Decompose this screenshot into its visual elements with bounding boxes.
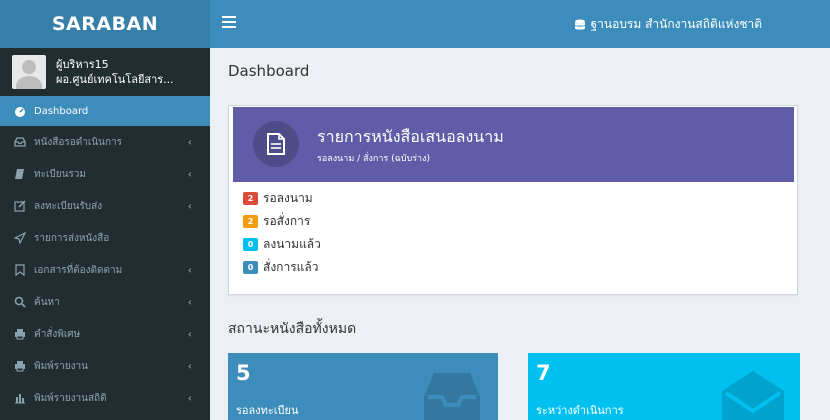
inbox-icon — [424, 373, 480, 420]
book-icon — [14, 168, 26, 180]
stat-label: ระหว่างดำเนินการ — [536, 404, 624, 417]
chevron-left-icon: ‹ — [187, 327, 192, 341]
avatar — [12, 55, 46, 89]
sidebar-item-print-statistics[interactable]: พิมพ์รายงานสถิติ ‹ — [0, 382, 210, 414]
bar-chart-icon — [14, 392, 26, 404]
stat-value: 7 — [536, 361, 551, 385]
dashboard-icon — [14, 105, 26, 117]
main-content: Dashboard รายการหนังสือเสนอลงนาม รอลงนาม… — [210, 48, 830, 420]
chevron-left-icon: ‹ — [187, 263, 192, 277]
chevron-left-icon: ‹ — [187, 391, 192, 405]
sign-request-subtitle: รอลงนาม / สั่งการ (ฉบับร่าง) — [317, 154, 430, 164]
status-item-awaiting-order[interactable]: 2 รอสั่งการ — [243, 210, 321, 233]
chevron-left-icon: ‹ — [187, 295, 192, 309]
stat-value: 5 — [236, 361, 251, 385]
search-icon — [14, 296, 26, 308]
sign-request-box: รายการหนังสือเสนอลงนาม รอลงนาม / สั่งการ… — [228, 105, 798, 295]
status-item-signed[interactable]: 0 ลงนามแล้ว — [243, 233, 321, 256]
sign-request-title: รายการหนังสือเสนอลงนาม — [317, 127, 504, 146]
sign-status-list: 2 รอลงนาม 2 รอสั่งการ 0 ลงนามแล้ว 0 สั่ง… — [243, 187, 321, 279]
organization-name: ฐานอบรม สำนักงานสถิติแห่งชาติ — [590, 17, 762, 31]
count-badge: 2 — [243, 192, 258, 205]
sidebar-item-pending[interactable]: หนังสือรอดำเนินการ ‹ — [0, 126, 210, 158]
status-label: รอสั่งการ — [263, 214, 311, 228]
chevron-left-icon: ‹ — [187, 359, 192, 373]
sidebar-item-print-report[interactable]: พิมพ์รายงาน ‹ — [0, 350, 210, 382]
status-label: ลงนามแล้ว — [263, 237, 321, 251]
user-name: ผู้บริหาร15 — [56, 58, 109, 71]
sidebar-item-follow-up[interactable]: เอกสารที่ต้องติดตาม ‹ — [0, 254, 210, 286]
sidebar-item-dashboard[interactable]: Dashboard — [0, 96, 210, 126]
app-logo[interactable]: SARABAN — [0, 0, 210, 48]
chevron-left-icon: ‹ — [187, 199, 192, 213]
sidebar: SARABAN ผู้บริหาร15 ผอ.ศูนย์เทคโนโลยีสาร… — [0, 0, 210, 420]
organization-selector[interactable]: ฐานอบรม สำนักงานสถิติแห่งชาติ — [574, 15, 762, 34]
status-label: สั่งการแล้ว — [263, 260, 319, 274]
top-navbar: ฐานอบรม สำนักงานสถิติแห่งชาติ — [210, 0, 830, 48]
status-label: รอลงนาม — [263, 191, 313, 205]
sidebar-item-label: ค้นหา — [34, 296, 60, 308]
sidebar-item-label: เอกสารที่ต้องติดตาม — [34, 264, 123, 276]
section-title: สถานะหนังสือทั้งหมด — [228, 321, 357, 337]
status-item-ordered[interactable]: 0 สั่งการแล้ว — [243, 256, 321, 279]
document-icon — [253, 121, 299, 167]
inbox-icon — [14, 136, 26, 148]
sidebar-menu: Dashboard หนังสือรอดำเนินการ ‹ ทะเบียนรว… — [0, 96, 210, 414]
sidebar-item-label: หนังสือรอดำเนินการ — [34, 136, 123, 148]
sign-request-header: รายการหนังสือเสนอลงนาม รอลงนาม / สั่งการ… — [233, 107, 794, 182]
menu-toggle-icon[interactable] — [222, 16, 236, 28]
sidebar-item-label: รายการส่งหนังสือ — [34, 232, 110, 244]
sidebar-item-label: ลงทะเบียนรับส่ง — [34, 200, 103, 212]
count-badge: 0 — [243, 261, 258, 274]
send-icon — [14, 232, 26, 244]
envelope-icon — [722, 371, 784, 420]
page-title: Dashboard — [228, 62, 310, 80]
stat-box-awaiting-registration[interactable]: 5 รอลงทะเบียน — [228, 353, 498, 420]
bookmark-icon — [14, 264, 26, 276]
database-icon — [574, 19, 586, 30]
stat-box-in-progress[interactable]: 7 ระหว่างดำเนินการ — [528, 353, 800, 420]
count-badge: 0 — [243, 238, 258, 251]
sidebar-item-label: คำสั่งพิเศษ — [34, 328, 81, 340]
edit-icon — [14, 200, 26, 212]
sidebar-item-label: ทะเบียนรวม — [34, 168, 87, 180]
status-item-awaiting-signature[interactable]: 2 รอลงนาม — [243, 187, 321, 210]
sidebar-item-registry[interactable]: ทะเบียนรวม ‹ — [0, 158, 210, 190]
sidebar-item-search[interactable]: ค้นหา ‹ — [0, 286, 210, 318]
user-position: ผอ.ศูนย์เทคโนโลยีสาร... — [56, 73, 174, 86]
sidebar-item-label: พิมพ์รายงานสถิติ — [34, 392, 107, 404]
print-icon — [14, 360, 26, 372]
sidebar-item-label: Dashboard — [34, 105, 89, 117]
sidebar-item-send-list[interactable]: รายการส่งหนังสือ — [0, 222, 210, 254]
chevron-left-icon: ‹ — [187, 135, 192, 149]
sidebar-item-special-orders[interactable]: คำสั่งพิเศษ ‹ — [0, 318, 210, 350]
chevron-left-icon: ‹ — [187, 167, 192, 181]
user-panel: ผู้บริหาร15 ผอ.ศูนย์เทคโนโลยีสาร... — [0, 48, 210, 96]
sidebar-item-label: พิมพ์รายงาน — [34, 360, 88, 372]
stat-label: รอลงทะเบียน — [236, 404, 299, 417]
count-badge: 2 — [243, 215, 258, 228]
print-icon — [14, 328, 26, 340]
sidebar-item-register-send[interactable]: ลงทะเบียนรับส่ง ‹ — [0, 190, 210, 222]
